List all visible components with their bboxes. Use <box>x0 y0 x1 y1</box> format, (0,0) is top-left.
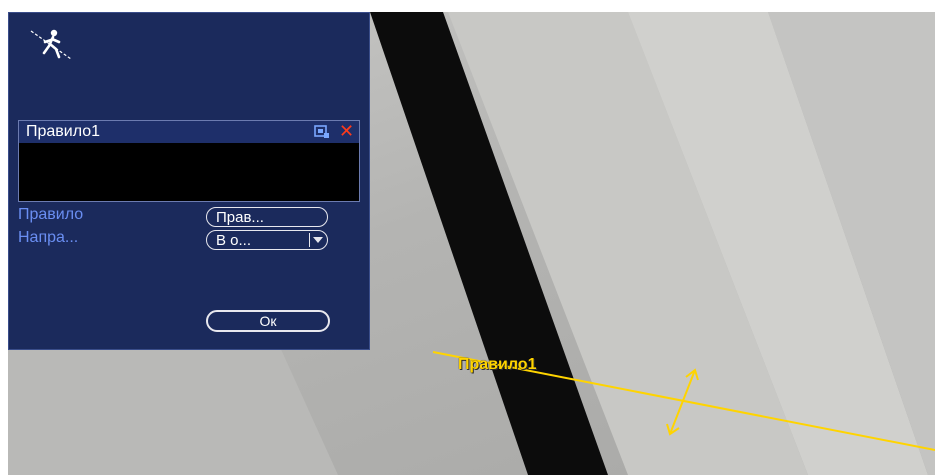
edit-rule-icon[interactable] <box>314 125 330 139</box>
rule-type-button[interactable]: Прав... <box>206 207 328 227</box>
direction-label: Напра... <box>18 229 79 246</box>
direction-dropdown[interactable]: В о... <box>206 230 328 250</box>
tripwire-rule-label: Правило1 <box>458 356 537 373</box>
tripwire-person-icon <box>30 29 72 60</box>
delete-rule-icon[interactable]: ✕ <box>339 121 354 141</box>
rule-name: Правило1 <box>26 123 101 140</box>
rule-config-panel: Правило1 ✕ Правило Прав... Напра... В о.… <box>8 12 370 350</box>
chevron-down-icon[interactable] <box>309 233 325 247</box>
ok-button[interactable]: Ок <box>206 310 330 332</box>
rule-row[interactable]: Правило1 ✕ <box>19 121 359 143</box>
rule-label: Правило <box>18 206 84 223</box>
direction-value: В о... <box>216 231 252 249</box>
rule-list: Правило1 ✕ <box>18 120 360 202</box>
rule-type-button-label: Прав... <box>216 208 264 226</box>
